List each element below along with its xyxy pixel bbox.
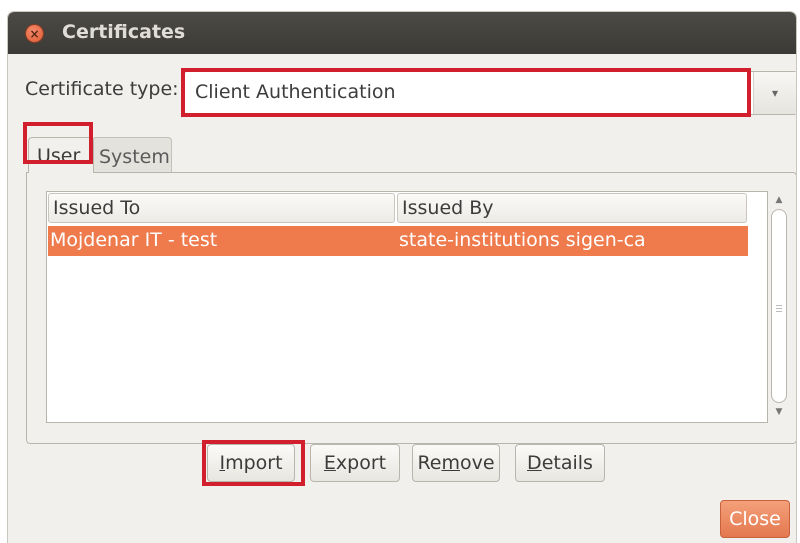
dropdown-arrow-glyph: ▾ xyxy=(771,86,779,100)
highlight-box-certificate-type xyxy=(181,68,751,117)
details-mnemonic: D xyxy=(527,452,542,474)
column-header-issued-to[interactable]: Issued To xyxy=(48,193,395,223)
close-button[interactable]: Close xyxy=(720,500,790,538)
tab-system[interactable]: System xyxy=(92,137,172,173)
details-button[interactable]: Details xyxy=(515,444,605,482)
certificate-list[interactable]: Issued To Issued By Mojdenar IT - test s… xyxy=(46,191,768,423)
close-button-label: Close xyxy=(729,508,781,530)
remove-label-end: ove xyxy=(460,452,495,474)
export-label: xport xyxy=(335,452,387,474)
column-header-issued-to-label: Issued To xyxy=(53,197,141,219)
details-label: etails xyxy=(541,452,593,474)
window-close-icon[interactable]: × xyxy=(26,25,43,42)
remove-mnemonic: m xyxy=(441,452,460,474)
export-mnemonic: E xyxy=(323,452,336,474)
scroll-down-glyph: ▼ xyxy=(775,407,783,417)
certificates-dialog: × Certificates Certificate type: Client … xyxy=(8,12,796,543)
scroll-up-icon[interactable]: ▲ xyxy=(772,193,786,207)
remove-button[interactable]: Re m ove xyxy=(412,444,500,482)
scroll-down-icon[interactable]: ▼ xyxy=(772,405,786,419)
window-title: Certificates xyxy=(62,21,186,43)
scrollbar-thumb[interactable] xyxy=(771,209,787,403)
title-bar[interactable]: × Certificates xyxy=(8,12,796,54)
cell-issued-to: Mojdenar IT - test xyxy=(50,229,218,251)
cell-issued-by: state-institutions sigen-ca xyxy=(399,229,646,251)
column-header-issued-by-label: Issued By xyxy=(402,197,494,219)
table-row[interactable]: Mojdenar IT - test state-institutions si… xyxy=(48,226,748,256)
remove-label-start: Re xyxy=(417,452,442,474)
highlight-box-user-tab xyxy=(23,122,93,164)
tab-system-label: System xyxy=(99,146,170,168)
certificate-type-label: Certificate type: xyxy=(25,78,179,100)
close-glyph: × xyxy=(29,26,40,41)
highlight-box-import xyxy=(202,440,305,486)
export-button[interactable]: Export xyxy=(310,444,400,482)
vertical-scrollbar[interactable]: ▲ ▼ xyxy=(769,191,789,423)
grip-icon xyxy=(776,305,782,312)
tab-panel-user: Issued To Issued By Mojdenar IT - test s… xyxy=(26,172,796,444)
column-header-issued-by[interactable]: Issued By xyxy=(397,193,747,223)
dropdown-arrow-icon[interactable]: ▾ xyxy=(753,72,796,114)
scroll-up-glyph: ▲ xyxy=(775,195,783,205)
